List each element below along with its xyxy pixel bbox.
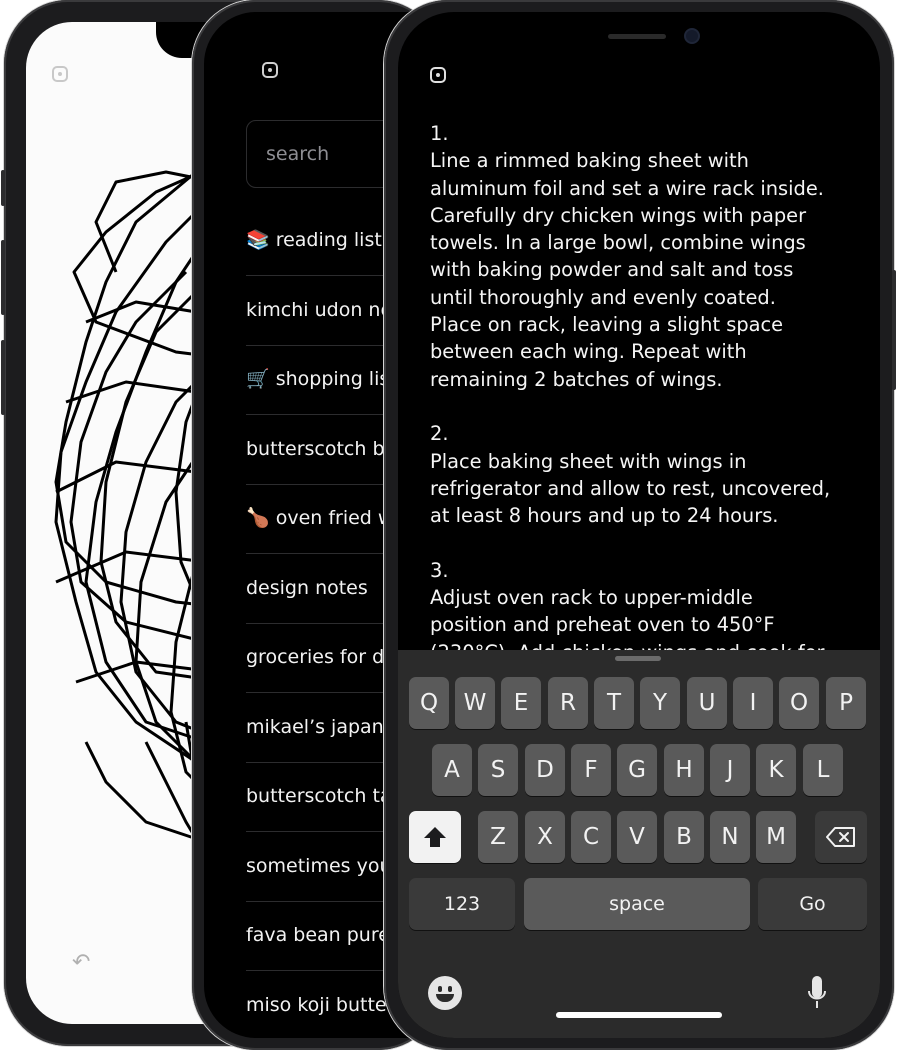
speaker-grille	[608, 34, 666, 39]
key-j[interactable]: J	[710, 744, 750, 796]
key-b[interactable]: B	[664, 811, 704, 863]
key-c[interactable]: C	[571, 811, 611, 863]
key-i[interactable]: I	[733, 677, 773, 729]
key-l[interactable]: L	[803, 744, 843, 796]
undo-icon[interactable]: ↶	[72, 950, 90, 975]
shift-icon[interactable]	[409, 811, 461, 863]
side-button	[1, 170, 5, 206]
home-indicator[interactable]	[556, 1012, 722, 1018]
key-a[interactable]: A	[432, 744, 472, 796]
space-key[interactable]: space	[524, 878, 750, 930]
key-g[interactable]: G	[617, 744, 657, 796]
key-u[interactable]: U	[687, 677, 727, 729]
key-t[interactable]: T	[594, 677, 634, 729]
key-y[interactable]: Y	[640, 677, 680, 729]
key-v[interactable]: V	[617, 811, 657, 863]
app-menu-icon[interactable]	[262, 62, 278, 78]
side-button	[1, 340, 5, 415]
key-o[interactable]: O	[779, 677, 819, 729]
key-z[interactable]: Z	[478, 811, 518, 863]
key-w[interactable]: W	[455, 677, 495, 729]
key-k[interactable]: K	[756, 744, 796, 796]
keyboard: Q W E R T Y U I O P A S D F G H J K L Z …	[398, 650, 880, 1038]
phone-editor: 1. Line a rimmed baking sheet with alumi…	[384, 0, 896, 1050]
backspace-icon[interactable]	[815, 811, 867, 863]
camera	[684, 28, 700, 44]
key-n[interactable]: N	[710, 811, 750, 863]
microphone-icon[interactable]	[808, 976, 826, 1010]
key-e[interactable]: E	[501, 677, 541, 729]
key-f[interactable]: F	[571, 744, 611, 796]
key-x[interactable]: X	[525, 811, 565, 863]
key-d[interactable]: D	[525, 744, 565, 796]
numbers-key[interactable]: 123	[409, 878, 515, 930]
app-menu-icon[interactable]	[430, 67, 446, 83]
note-body-text[interactable]: 1. Line a rimmed baking sheet with alumi…	[430, 120, 850, 666]
key-p[interactable]: P	[826, 677, 866, 729]
key-m[interactable]: M	[756, 811, 796, 863]
side-button	[1, 240, 5, 315]
key-s[interactable]: S	[478, 744, 518, 796]
key-h[interactable]: H	[664, 744, 704, 796]
editor-screen: 1. Line a rimmed baking sheet with alumi…	[398, 12, 880, 1038]
emoji-icon[interactable]	[428, 976, 462, 1010]
go-key[interactable]: Go	[758, 878, 867, 930]
keyboard-grabber[interactable]	[615, 656, 661, 661]
power-button	[892, 270, 896, 390]
key-q[interactable]: Q	[409, 677, 449, 729]
key-r[interactable]: R	[548, 677, 588, 729]
